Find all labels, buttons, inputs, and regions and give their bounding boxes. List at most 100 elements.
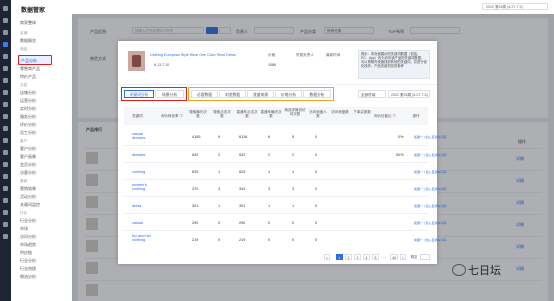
col-inquiries[interactable]: 访问询盘数 xyxy=(330,110,350,114)
sidebar-item[interactable]: 数据概览 xyxy=(20,38,36,44)
sidebar-item[interactable]: 运营分析 xyxy=(20,98,36,104)
table-cell: 0 xyxy=(292,221,295,225)
keyword-cell[interactable]: dress xyxy=(132,204,154,208)
keyword-cell[interactable]: fox and her clothing xyxy=(132,234,154,243)
sidebar-item[interactable]: 供应链 xyxy=(20,250,32,256)
pager-goto-input[interactable] xyxy=(420,254,430,260)
sidebar-item[interactable]: 店铺分析 xyxy=(20,90,36,96)
col-ad-exposure[interactable]: 直通车曝光次数 xyxy=(260,110,282,118)
user-icon[interactable] xyxy=(3,186,8,191)
pager-next[interactable]: > xyxy=(400,254,406,260)
sidebar-group: 行业 xyxy=(20,211,28,215)
tab-visitor-data[interactable]: 访客数据 xyxy=(191,90,218,98)
row-action-link[interactable]: 拓展一 | 加入直通车词库 xyxy=(414,170,446,174)
sidebar-item[interactable]: 物流分析 xyxy=(20,274,36,280)
sidebar-item-active[interactable]: 产品分析 xyxy=(18,55,52,65)
tab-data-analysis[interactable]: 数据分析 xyxy=(303,90,331,98)
row-action-link[interactable]: 拓展一 | 加入直通车词库 xyxy=(414,238,446,242)
service-icon[interactable] xyxy=(3,66,8,71)
tab-scene-analysis[interactable]: 场景分析 xyxy=(155,90,184,98)
help-icon[interactable] xyxy=(3,222,8,227)
sidebar-item[interactable]: 员工分析 xyxy=(20,130,36,136)
sidebar-item[interactable]: 零售商产品 xyxy=(20,66,40,72)
sidebar-item[interactable]: 客户分析 xyxy=(20,146,36,152)
tools-icon[interactable] xyxy=(3,198,8,203)
table-cell: 1 xyxy=(292,204,295,208)
col-search-click[interactable]: 搜索点击次数 xyxy=(212,110,232,118)
sidebar-item[interactable]: 行业分析 xyxy=(20,258,36,264)
table-cell: 0 xyxy=(218,221,221,225)
chart-icon[interactable] xyxy=(3,42,8,47)
date-picker[interactable]: 2022 第26周 (6.27-7.3) xyxy=(482,3,548,10)
sidebar-item[interactable]: 营销效果 xyxy=(20,186,36,192)
keyword-cell[interactable]: women's clothing xyxy=(132,183,154,192)
sidebar-item[interactable]: 客户画像 xyxy=(20,154,36,160)
pager-page-2[interactable]: 2 xyxy=(345,254,352,260)
sidebar-item[interactable]: 关键词监控 xyxy=(20,202,40,208)
col-ad-click[interactable]: 直通车点击次数 xyxy=(236,110,258,118)
col-search-exposure[interactable]: 搜索曝光次数 xyxy=(188,110,208,118)
table-cell: 2 xyxy=(292,153,295,157)
table-cell: 5 xyxy=(292,135,295,139)
marketing-icon[interactable] xyxy=(3,90,8,95)
keyword-cell[interactable]: casual xyxy=(132,221,154,225)
keyword-cell[interactable]: casual dresses xyxy=(132,132,154,141)
row-action-link[interactable]: 拓展一 | 加入直通车词库 xyxy=(414,187,446,191)
pager-page-1[interactable]: 1 xyxy=(336,254,343,260)
sidebar-item[interactable]: 活动分析 xyxy=(20,194,36,200)
watermark-text: 七日坛 xyxy=(468,265,501,277)
tip-box: 提示：本页面展示的关键词数据（包括，PC、App）均为访问该产品的关键词数据，可… xyxy=(358,50,430,79)
more-icon[interactable] xyxy=(3,234,8,239)
keyword-cell[interactable]: clothing xyxy=(132,170,154,174)
pager-prev[interactable]: < xyxy=(324,254,330,260)
sidebar-item[interactable]: 市场趋势 xyxy=(20,242,36,248)
sidebar-item[interactable]: 评价分析 xyxy=(20,122,36,128)
tab-traffic-source[interactable]: 流量来源 xyxy=(247,90,274,98)
col-inquiry-users[interactable]: 访问询盘人数 xyxy=(308,110,328,118)
sidebar-item[interactable]: 行业热搜 xyxy=(20,266,36,272)
pager-page-4[interactable]: 4 xyxy=(363,254,370,260)
tab-price-analysis[interactable]: 价格分析 xyxy=(275,90,302,98)
row-action-link[interactable]: 拓展一 | 加入直通车词库 xyxy=(414,204,446,208)
col-keyword[interactable]: 关键词 xyxy=(132,114,152,118)
sidebar-item[interactable]: 服务分析 xyxy=(20,114,36,120)
industry-icon[interactable] xyxy=(3,150,8,155)
row-action-link[interactable]: 拓展一 | 加入直通车词库 xyxy=(414,153,446,157)
sidebar-item[interactable]: 会员分析 xyxy=(20,162,36,168)
row-action-link[interactable]: 拓展一 | 加入直通车词库 xyxy=(414,221,446,225)
sidebar-item[interactable]: 特价产品 xyxy=(20,74,36,80)
report-icon[interactable] xyxy=(3,162,8,167)
sidebar-item[interactable]: 市场 xyxy=(20,226,28,232)
sidebar-item[interactable]: 访问分析 xyxy=(20,234,36,240)
row-action-link[interactable]: 拓展一 | 加入直通车词库 xyxy=(414,135,446,139)
finance-icon[interactable] xyxy=(3,138,8,143)
shop-icon[interactable] xyxy=(3,18,8,23)
content-icon[interactable] xyxy=(3,126,8,131)
product-icon[interactable] xyxy=(3,30,8,35)
product-title[interactable]: Clothing European Style Wear One Color S… xyxy=(150,53,240,57)
col-visitor-ratio[interactable]: 询价访客比 ① xyxy=(374,114,396,118)
trade-icon[interactable] xyxy=(3,54,8,59)
keyword-cell[interactable]: dresses xyxy=(132,153,154,157)
col-inquiry-rate[interactable]: 询价转化率 ① xyxy=(158,114,186,118)
tab-browse-data[interactable]: 浏览数据 xyxy=(219,90,246,98)
col-buyers[interactable]: 下单买家数 xyxy=(352,110,372,114)
tab-keyword-analysis[interactable]: 关键词分析 xyxy=(124,90,154,98)
message-icon[interactable] xyxy=(3,210,8,215)
customer-icon[interactable] xyxy=(3,78,8,83)
week-select[interactable]: 2022 第26周 (6.27-7.3) xyxy=(388,90,430,98)
pager-page-last[interactable]: 46 xyxy=(390,254,398,260)
pager-page-3[interactable]: 3 xyxy=(354,254,361,260)
col-detail-visits[interactable]: 商品详情页访问次数 xyxy=(284,108,306,116)
home-icon[interactable] xyxy=(3,6,8,11)
settings-icon[interactable] xyxy=(3,174,8,179)
table-cell: 290 xyxy=(192,221,199,225)
sidebar-item[interactable]: 访客分析 xyxy=(20,170,36,176)
pager-page-5[interactable]: 5 xyxy=(372,254,379,260)
terminal-select[interactable]: 全部终端 xyxy=(358,90,386,98)
sidebar-item[interactable]: 行业分析 xyxy=(20,218,36,224)
logistics-icon[interactable] xyxy=(3,114,8,119)
sidebar-item[interactable]: 实时分析 xyxy=(20,106,36,112)
sidebar-item[interactable]: 商家整体 xyxy=(20,20,36,26)
purchase-icon[interactable] xyxy=(3,102,8,107)
